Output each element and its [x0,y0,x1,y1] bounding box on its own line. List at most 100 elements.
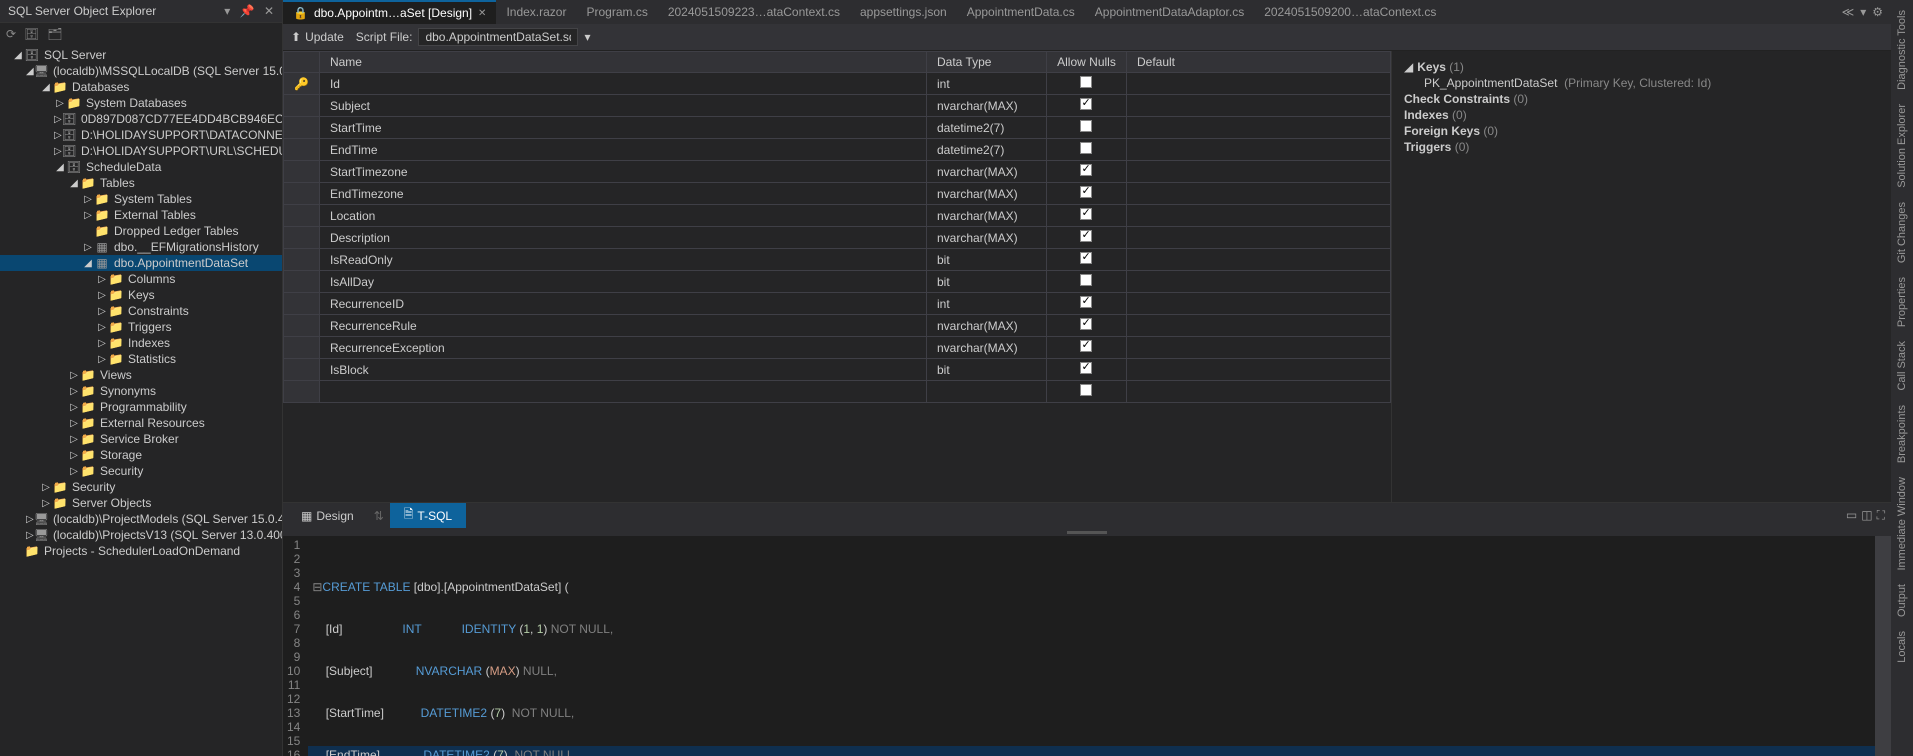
split-v-icon[interactable]: ◫ [1861,508,1872,523]
allow-nulls-checkbox[interactable] [1080,186,1092,198]
rail-call-stack[interactable]: Call Stack [1894,335,1910,397]
tree-tables[interactable]: ◢📁Tables [0,175,282,191]
col-name[interactable]: Location [319,205,926,227]
table-row[interactable]: IsBlockbit [284,359,1391,381]
refresh-icon[interactable]: ⟳ [6,27,16,41]
tree-item[interactable]: ▷📁Constraints [0,303,282,319]
tree-item[interactable]: ▷📁Indexes [0,335,282,351]
tab-file[interactable]: appsettings.json [850,0,957,24]
tree-item[interactable]: ▷📁Security [0,463,282,479]
table-row[interactable]: Locationnvarchar(MAX) [284,205,1391,227]
keys-label[interactable]: Keys [1417,60,1446,74]
allow-nulls-checkbox[interactable] [1080,384,1092,396]
col-type[interactable]: int [926,293,1046,315]
maximize-icon[interactable]: ⛶ [1877,508,1885,523]
col-type[interactable]: nvarchar(MAX) [926,337,1046,359]
update-button[interactable]: ⬆Update [291,30,344,44]
tree-item[interactable]: 📁Projects - SchedulerLoadOnDemand [0,543,282,559]
add-server-icon[interactable]: 🗄 [24,27,39,41]
tree-item[interactable]: ▷📁System Databases [0,95,282,111]
allow-nulls-checkbox[interactable] [1080,208,1092,220]
pk-row[interactable]: PK_AppointmentDataSet (Primary Key, Clus… [1404,75,1879,91]
pin-icon[interactable]: 📌 [240,4,255,18]
allow-nulls-checkbox[interactable] [1080,340,1092,352]
table-row[interactable]: StartTimedatetime2(7) [284,117,1391,139]
col-type[interactable]: nvarchar(MAX) [926,183,1046,205]
col-name[interactable]: RecurrenceID [319,293,926,315]
rail-breakpoints[interactable]: Breakpoints [1894,399,1910,469]
table-row[interactable]: IsReadOnlybit [284,249,1391,271]
tree-databases[interactable]: ◢📁Databases [0,79,282,95]
col-type[interactable]: nvarchar(MAX) [926,95,1046,117]
tabs-overflow-icon[interactable]: ≪ [1842,5,1855,19]
tree-item[interactable]: ▷🖥(localdb)\ProjectsV13 (SQL Server 13.0… [0,527,282,543]
foreign-keys-label[interactable]: Foreign Keys [1404,124,1480,138]
col-name[interactable]: IsBlock [319,359,926,381]
tree-item[interactable]: ▷▦dbo.__EFMigrationsHistory [0,239,282,255]
tree-item[interactable]: ▷🗄D:\HOLIDAYSUPPORT\URL\SCHEDULECRUD [0,143,282,159]
tree-item[interactable]: ▷🗄D:\HOLIDAYSUPPORT\DATACONNECTION\ [0,127,282,143]
group-icon[interactable]: 🗂 [47,27,62,41]
allow-nulls-checkbox[interactable] [1080,318,1092,330]
table-row[interactable]: EndTimezonenvarchar(MAX) [284,183,1391,205]
tree-item[interactable]: ▷📁Keys [0,287,282,303]
tab-file[interactable]: Program.cs [576,0,657,24]
tree-item[interactable]: 📁Dropped Ledger Tables [0,223,282,239]
allow-nulls-checkbox[interactable] [1080,142,1092,154]
col-type[interactable]: nvarchar(MAX) [926,227,1046,249]
tree-server[interactable]: ◢🖥(localdb)\MSSQLLocalDB (SQL Server 15.… [0,63,282,79]
tree-scheduledata[interactable]: ◢🗄ScheduleData [0,159,282,175]
col-name[interactable]: StartTimezone [319,161,926,183]
tree-item[interactable]: ▷📁External Tables [0,207,282,223]
split-h-icon[interactable]: ▭ [1846,508,1857,523]
tree-appointment-table[interactable]: ◢▦dbo.AppointmentDataSet [0,255,282,271]
tree-item[interactable]: ▷📁Server Objects [0,495,282,511]
tree-item[interactable]: ▷📁Storage [0,447,282,463]
col-default-header[interactable]: Default [1126,52,1390,73]
allow-nulls-checkbox[interactable] [1080,230,1092,242]
table-row[interactable]: StartTimezonenvarchar(MAX) [284,161,1391,183]
tree-item[interactable]: ▷📁System Tables [0,191,282,207]
tree-item[interactable]: ▷🗄0D897D087CD77EE4DD4BCB946EC4C0E1_AN [0,111,282,127]
col-type[interactable]: nvarchar(MAX) [926,205,1046,227]
script-file-input[interactable] [418,28,578,46]
col-allow-header[interactable]: Allow Nulls [1046,52,1126,73]
tree-item[interactable]: ▷📁Statistics [0,351,282,367]
tree-item[interactable]: ▷📁Columns [0,271,282,287]
col-type[interactable]: datetime2(7) [926,117,1046,139]
allow-nulls-checkbox[interactable] [1080,274,1092,286]
rail-immediate[interactable]: Immediate Window [1894,471,1910,577]
col-type[interactable]: bit [926,271,1046,293]
table-row[interactable]: Subjectnvarchar(MAX) [284,95,1391,117]
allow-nulls-checkbox[interactable] [1080,296,1092,308]
tabs-menu-icon[interactable]: ▾ [1860,5,1866,19]
table-row[interactable]: EndTimedatetime2(7) [284,139,1391,161]
tab-design[interactable]: 🔒dbo.Appointm…aSet [Design]✕ [283,0,496,24]
col-name[interactable]: Description [319,227,926,249]
rail-git-changes[interactable]: Git Changes [1894,196,1910,269]
table-row[interactable]: RecurrenceIDint [284,293,1391,315]
col-type[interactable]: nvarchar(MAX) [926,161,1046,183]
rail-diagnostic[interactable]: Diagnostic Tools [1894,4,1910,96]
col-type[interactable]: nvarchar(MAX) [926,315,1046,337]
tsql-tab[interactable]: 🗎T-SQL [390,503,466,528]
tab-file[interactable]: 2024051509223…ataContext.cs [658,0,850,24]
rail-solution-explorer[interactable]: Solution Explorer [1894,98,1910,194]
table-row[interactable]: IsAllDaybit [284,271,1391,293]
close-icon[interactable]: ✕ [478,8,486,19]
col-type[interactable]: int [926,73,1046,95]
col-type-header[interactable]: Data Type [926,52,1046,73]
code-area[interactable]: ⊟CREATE TABLE [dbo].[AppointmentDataSet]… [308,536,1875,756]
col-name[interactable]: EndTime [319,139,926,161]
new-row[interactable] [284,381,1391,403]
design-tab[interactable]: ▦Design [287,507,368,525]
allow-nulls-checkbox[interactable] [1080,76,1092,88]
col-name[interactable]: StartTime [319,117,926,139]
table-row[interactable]: RecurrenceRulenvarchar(MAX) [284,315,1391,337]
sort-icon[interactable]: ⇅ [368,509,390,523]
allow-nulls-checkbox[interactable] [1080,252,1092,264]
col-type[interactable]: datetime2(7) [926,139,1046,161]
tree-item[interactable]: ▷🖥(localdb)\ProjectModels (SQL Server 15… [0,511,282,527]
tree-item[interactable]: ▷📁Views [0,367,282,383]
col-name[interactable]: EndTimezone [319,183,926,205]
